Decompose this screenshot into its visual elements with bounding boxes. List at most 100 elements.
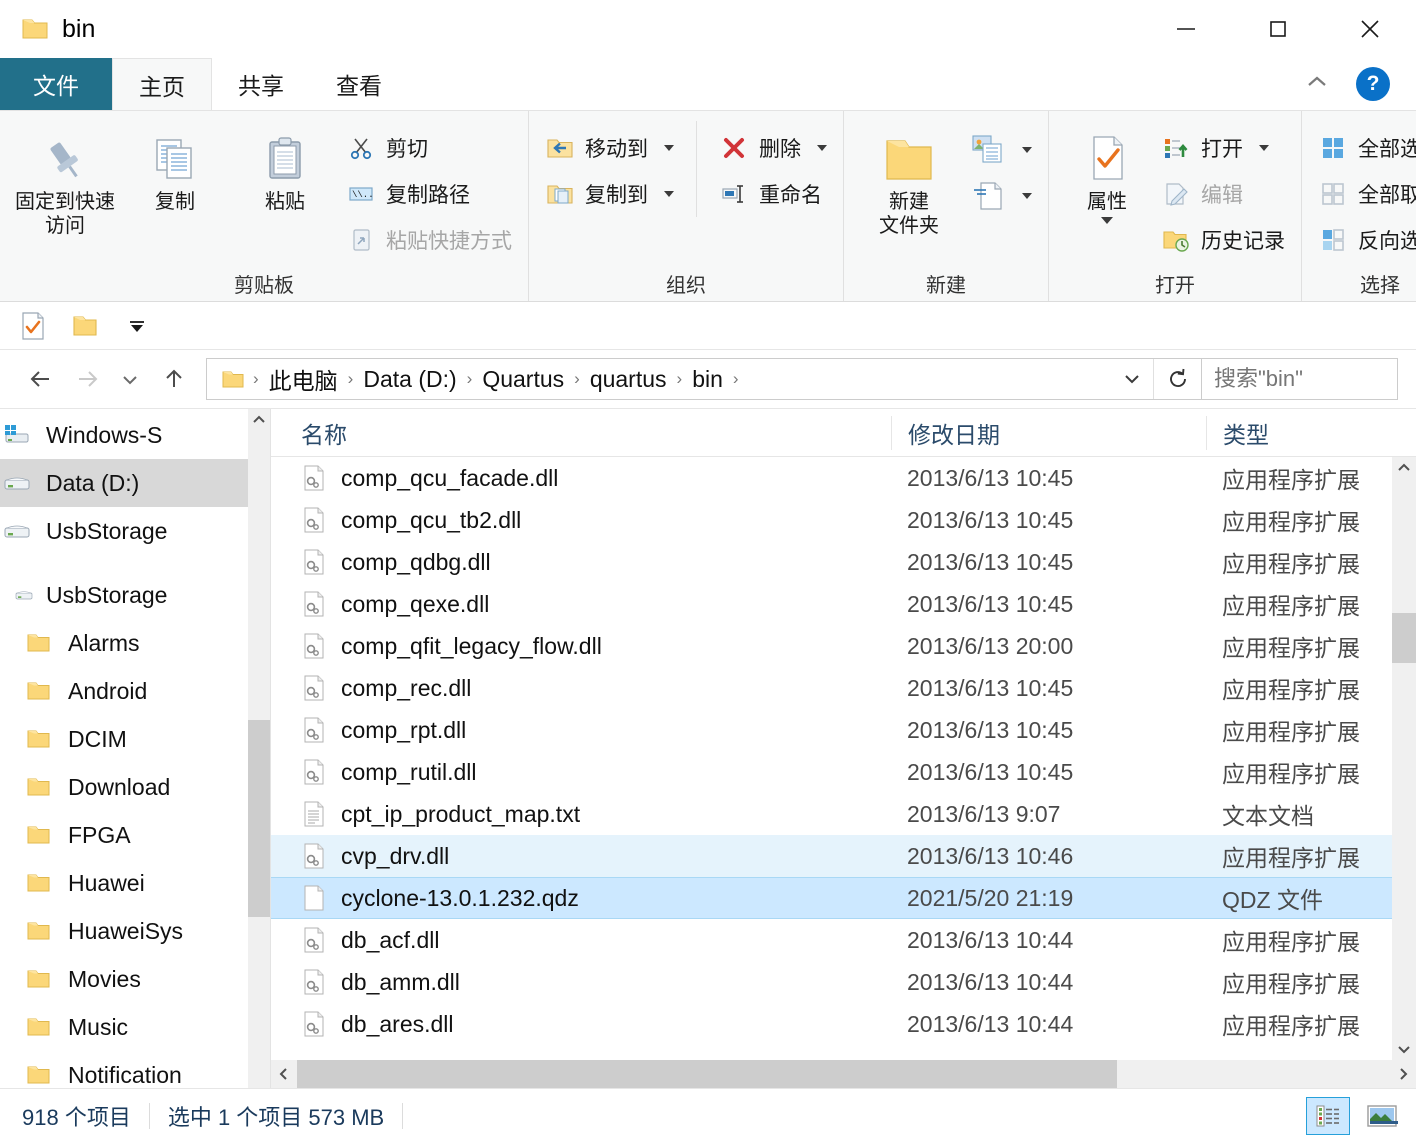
column-header-type[interactable]: 类型 [1206, 416, 1416, 450]
table-row[interactable]: comp_qexe.dll 2013/6/13 10:45 应用程序扩展 [271, 583, 1416, 625]
maximize-icon[interactable] [1232, 0, 1324, 58]
scroll-right-icon[interactable] [1390, 1060, 1416, 1088]
chevron-down-icon[interactable] [1022, 193, 1032, 199]
recent-locations-chevron-down-icon[interactable] [108, 357, 152, 401]
rename-button[interactable]: 重命名 [713, 171, 833, 217]
chevron-down-icon[interactable] [664, 191, 674, 197]
edit-button[interactable]: 编辑 [1155, 171, 1291, 217]
pin-to-quick-access-button[interactable]: 固定到快速访问 [10, 121, 120, 238]
nav-item-alarms[interactable]: Alarms [0, 619, 270, 667]
help-icon[interactable]: ? [1356, 67, 1390, 101]
chevron-down-icon[interactable] [817, 145, 827, 151]
scroll-up-icon[interactable] [251, 409, 267, 431]
breadcrumb-item-this-pc[interactable]: 此电脑 [263, 362, 344, 396]
nav-item-movies[interactable]: Movies [0, 955, 270, 1003]
table-row[interactable]: db_amm.dll 2013/6/13 10:44 应用程序扩展 [271, 961, 1416, 1003]
file-list-scroll-thumb[interactable] [1392, 613, 1416, 663]
chevron-down-icon[interactable] [664, 145, 674, 151]
navigation-pane-scrollbar[interactable] [248, 409, 270, 1088]
navigation-pane-scroll-track[interactable] [248, 431, 270, 1088]
table-row[interactable]: comp_qcu_facade.dll 2013/6/13 10:45 应用程序… [271, 457, 1416, 499]
table-row[interactable]: comp_rpt.dll 2013/6/13 10:45 应用程序扩展 [271, 709, 1416, 751]
table-row[interactable]: cvp_drv.dll 2013/6/13 10:46 应用程序扩展 [271, 835, 1416, 877]
table-row[interactable]: db_acf.dll 2013/6/13 10:44 应用程序扩展 [271, 919, 1416, 961]
copy-button[interactable]: 复制 [120, 121, 230, 215]
table-row[interactable]: cpt_ip_product_map.txt 2013/6/13 9:07 文本… [271, 793, 1416, 835]
breadcrumb-bar[interactable]: › 此电脑 › Data (D:) › Quartus › quartus › … [206, 358, 1202, 400]
select-all-button[interactable]: 全部选择 [1312, 125, 1416, 171]
history-button[interactable]: 历史记录 [1155, 217, 1291, 263]
close-icon[interactable] [1324, 0, 1416, 58]
breadcrumb-item-data-d[interactable]: Data (D:) [357, 366, 462, 393]
file-list-vertical-scrollbar[interactable] [1392, 457, 1416, 1060]
nav-item-usbstorage-top[interactable]: UsbStorage [0, 507, 270, 555]
open-button[interactable]: 打开 [1155, 125, 1291, 171]
file-list-hscroll-thumb[interactable] [297, 1060, 1117, 1088]
search-input[interactable] [1214, 366, 1416, 392]
breadcrumb-item-quartus[interactable]: quartus [584, 366, 673, 393]
refresh-icon[interactable] [1153, 359, 1201, 399]
search-box[interactable] [1202, 358, 1398, 400]
properties-icon[interactable] [16, 309, 50, 343]
breadcrumb-item-quartus-root[interactable]: Quartus [476, 366, 570, 393]
properties-button[interactable]: 属性 [1059, 121, 1155, 224]
table-row[interactable]: cyclone-13.0.1.232.qdz 2021/5/20 21:19 Q… [271, 877, 1416, 919]
table-row[interactable]: comp_qcu_tb2.dll 2013/6/13 10:45 应用程序扩展 [271, 499, 1416, 541]
scroll-left-icon[interactable] [271, 1060, 297, 1088]
nav-item-usbstorage-root[interactable]: UsbStorage [0, 571, 270, 619]
nav-item-dcim[interactable]: DCIM [0, 715, 270, 763]
customize-chevron-icon[interactable] [120, 309, 154, 343]
minimize-icon[interactable] [1140, 0, 1232, 58]
table-row[interactable]: comp_rec.dll 2013/6/13 10:45 应用程序扩展 [271, 667, 1416, 709]
move-to-button[interactable]: 移动到 [539, 125, 680, 171]
copy-to-button[interactable]: 复制到 [539, 171, 680, 217]
nav-item-windows-s[interactable]: Windows-S [0, 411, 270, 459]
file-list-scroll-track[interactable] [1392, 479, 1416, 1038]
table-row[interactable]: comp_rutil.dll 2013/6/13 10:45 应用程序扩展 [271, 751, 1416, 793]
select-none-button[interactable]: 全部取消 [1312, 171, 1416, 217]
breadcrumb-item-bin[interactable]: bin [686, 366, 729, 393]
navigation-pane-scroll-thumb[interactable] [248, 720, 270, 917]
thumbnails-view-icon[interactable] [1360, 1097, 1404, 1135]
nav-item-notification[interactable]: Notification [0, 1051, 270, 1088]
paste-shortcut-button[interactable]: 粘贴快捷方式 [340, 217, 518, 263]
file-list-hscroll-track[interactable] [297, 1060, 1390, 1088]
file-list-horizontal-scrollbar[interactable] [271, 1060, 1416, 1088]
table-row[interactable]: comp_qfit_legacy_flow.dll 2013/6/13 20:0… [271, 625, 1416, 667]
column-header-name[interactable]: 名称 [301, 416, 891, 450]
delete-button[interactable]: 删除 [713, 125, 833, 171]
details-view-icon[interactable] [1306, 1097, 1350, 1135]
column-header-date-modified[interactable]: 修改日期 [891, 416, 1206, 450]
paste-button[interactable]: 粘贴 [230, 121, 340, 215]
copy-path-button[interactable]: \\.. 复制路径 [340, 171, 518, 217]
nav-item-data-d[interactable]: Data (D:) [0, 459, 270, 507]
chevron-down-icon[interactable] [1022, 147, 1032, 153]
table-row[interactable]: db_ares.dll 2013/6/13 10:44 应用程序扩展 [271, 1003, 1416, 1045]
tab-file[interactable]: 文件 [0, 58, 112, 110]
new-folder-button[interactable]: 新建 文件夹 [854, 121, 964, 238]
scroll-up-icon[interactable] [1396, 457, 1412, 479]
cut-button[interactable]: 剪切 [340, 125, 518, 171]
nav-item-android[interactable]: Android [0, 667, 270, 715]
nav-item-fpga[interactable]: FPGA [0, 811, 270, 859]
invert-selection-button[interactable]: 反向选择 [1312, 217, 1416, 263]
easy-access-button[interactable] [964, 173, 1038, 219]
tab-view[interactable]: 查看 [310, 58, 408, 110]
new-folder-icon[interactable] [68, 309, 102, 343]
scroll-down-icon[interactable] [1396, 1038, 1412, 1060]
tab-home[interactable]: 主页 [112, 58, 212, 110]
up-arrow-icon[interactable] [152, 357, 196, 401]
tab-share[interactable]: 共享 [212, 58, 310, 110]
chevron-up-icon[interactable] [1302, 73, 1332, 96]
breadcrumb-dropdown-chevron-down-icon[interactable] [1111, 359, 1153, 399]
nav-item-music[interactable]: Music [0, 1003, 270, 1051]
nav-item-download[interactable]: Download [0, 763, 270, 811]
nav-item-huawei[interactable]: Huawei [0, 859, 270, 907]
back-arrow-icon[interactable] [20, 357, 64, 401]
nav-item-huaweisys[interactable]: HuaweiSys [0, 907, 270, 955]
chevron-down-icon[interactable] [1259, 145, 1269, 151]
forward-arrow-icon[interactable] [64, 357, 108, 401]
new-item-button[interactable] [964, 127, 1038, 173]
table-row[interactable]: comp_qdbg.dll 2013/6/13 10:45 应用程序扩展 [271, 541, 1416, 583]
chevron-down-icon[interactable] [1101, 217, 1113, 224]
